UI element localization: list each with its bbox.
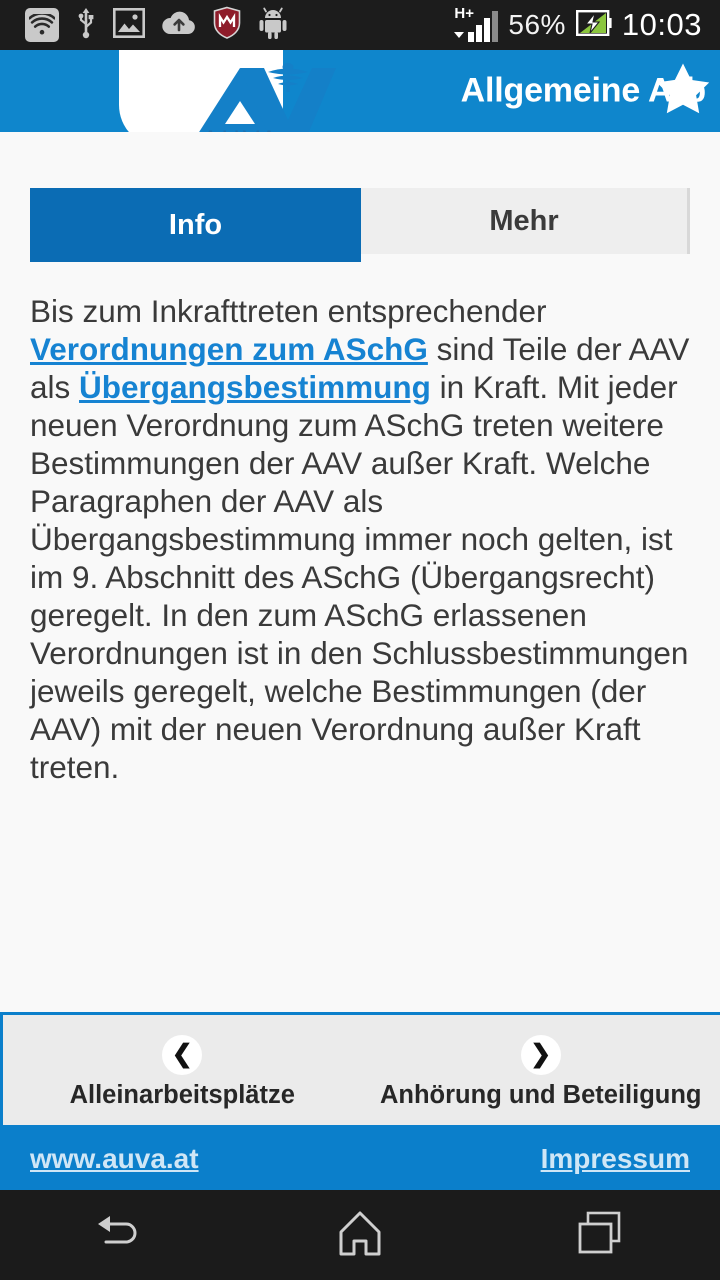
app-screen: H+ 56% 10:03 Allgemeine Arb Info Mehr Bi… — [0, 0, 720, 1280]
star-icon[interactable] — [654, 61, 712, 122]
tab-bar: Info Mehr — [0, 132, 720, 262]
article-text-1: Bis zum Inkrafttreten entsprechender — [30, 293, 547, 329]
imprint-link[interactable]: Impressum — [541, 1143, 690, 1175]
app-header: AUVA Allgemeine Arb — [0, 50, 720, 162]
home-button[interactable] — [240, 1208, 480, 1263]
status-bar-left-icons — [0, 6, 288, 45]
next-page-button[interactable]: ❯ Anhörung und Beteiligung — [362, 1015, 720, 1125]
tab-mehr[interactable]: Mehr — [361, 188, 690, 254]
status-bar: H+ 56% 10:03 — [0, 0, 720, 50]
website-link[interactable]: www.auva.at — [30, 1143, 199, 1175]
recents-button[interactable] — [480, 1209, 720, 1262]
home-icon — [335, 1208, 385, 1263]
battery-percent-label: 56% — [508, 9, 566, 40]
wifi-icon — [25, 8, 59, 42]
previous-page-label: Alleinarbeitsplätze — [69, 1080, 295, 1109]
next-page-label: Anhörung und Beteiligung — [379, 1080, 702, 1109]
content-area: Info Mehr Bis zum Inkrafttreten entsprec… — [0, 132, 720, 1009]
chevron-right-icon: ❯ — [520, 1034, 561, 1075]
usb-icon — [76, 6, 96, 45]
back-button[interactable] — [0, 1210, 240, 1261]
status-bar-right: H+ 56% 10:03 — [452, 5, 720, 43]
recents-icon — [576, 1209, 624, 1262]
tab-mehr-label: Mehr — [489, 204, 559, 237]
android-navigation-bar — [0, 1190, 720, 1280]
link-uebergangsbestimmung[interactable]: Übergangsbestimmung — [79, 369, 431, 405]
cloud-upload-icon — [162, 9, 196, 42]
link-verordnungen-aschg[interactable]: Verordnungen zum ASchG — [30, 331, 428, 367]
chevron-left-icon: ❮ — [162, 1034, 203, 1075]
previous-page-button[interactable]: ❮ Alleinarbeitsplätze — [3, 1015, 362, 1125]
tab-info[interactable]: Info — [30, 188, 361, 262]
signal-strength-icon: H+ — [452, 5, 499, 42]
network-type-label: H+ — [454, 5, 474, 22]
back-icon — [92, 1210, 148, 1261]
battery-charging-icon — [575, 9, 612, 41]
mcafee-shield-icon — [213, 6, 241, 44]
tab-info-label: Info — [168, 208, 223, 241]
article-text-3: in Kraft. Mit jeder neuen Verordnung zum… — [30, 369, 689, 785]
clock-label: 10:03 — [621, 7, 702, 42]
image-icon — [112, 7, 145, 43]
page-navigation: ❮ Alleinarbeitsplätze ❯ Anhörung und Bet… — [0, 1012, 720, 1128]
article-body: Bis zum Inkrafttreten entsprechender Ver… — [30, 292, 690, 786]
android-robot-icon — [258, 7, 288, 44]
footer-bar: www.auva.at Impressum — [0, 1128, 720, 1190]
